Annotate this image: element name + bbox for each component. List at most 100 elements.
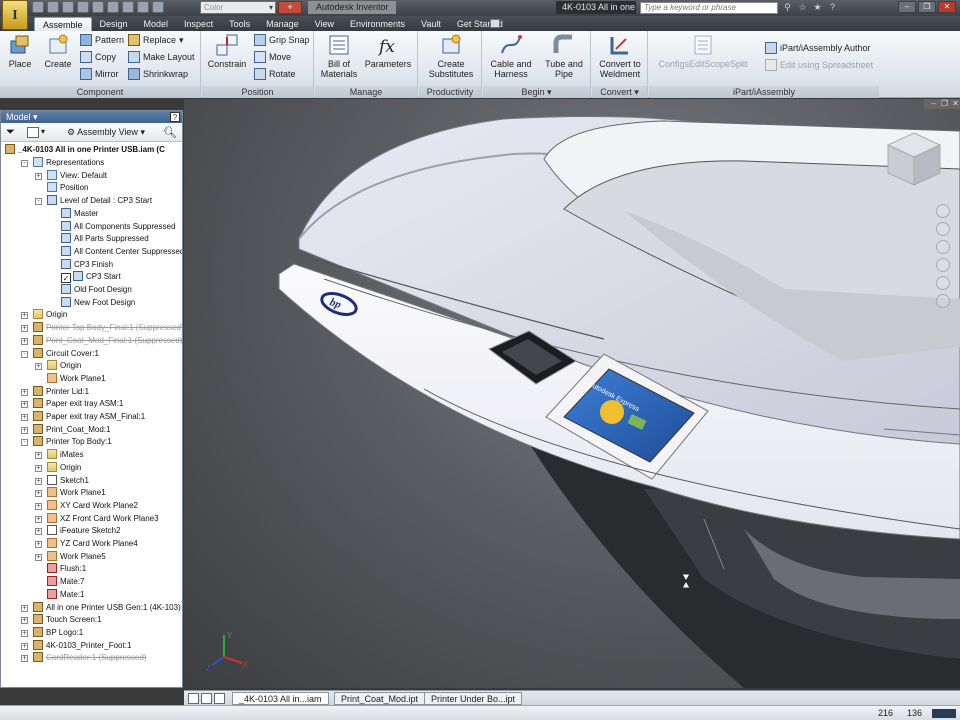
expand-icon[interactable]: + bbox=[35, 452, 42, 460]
shrinkwrap-button[interactable]: Shrinkwrap bbox=[128, 68, 188, 80]
chevron-down-icon[interactable]: ▾ bbox=[33, 112, 38, 122]
tab-manage[interactable]: Manage bbox=[258, 17, 307, 31]
expand-icon[interactable]: + bbox=[35, 477, 42, 485]
tree-node[interactable]: + Origin bbox=[35, 461, 81, 474]
tab-model[interactable]: Model bbox=[136, 17, 177, 31]
expand-icon[interactable]: + bbox=[21, 604, 28, 612]
assembly-view-dropdown[interactable]: ⚙ Assembly View ▾ bbox=[67, 127, 145, 138]
tree-node[interactable]: + CardReader:1 (Suppressed) bbox=[21, 652, 147, 664]
tab-inspect[interactable]: Inspect bbox=[176, 17, 221, 31]
orbit-icon[interactable] bbox=[936, 258, 950, 272]
expand-icon[interactable]: + bbox=[21, 414, 28, 421]
tree-node[interactable]: Old Foot Design bbox=[61, 284, 132, 296]
tab-vault[interactable]: Vault bbox=[413, 17, 449, 31]
tree-node[interactable]: Flush:1 bbox=[47, 563, 86, 575]
communication-icon[interactable]: ☆ bbox=[797, 2, 808, 13]
expand-icon[interactable]: + bbox=[35, 541, 42, 548]
doc-tab-print-coat-mod[interactable]: Print_Coat_Mod.ipt bbox=[334, 692, 426, 705]
expand-icon[interactable]: + bbox=[35, 464, 42, 472]
find-icon[interactable]: 🔍︎ bbox=[163, 126, 177, 139]
expand-icon[interactable]: + bbox=[35, 502, 42, 510]
tree-node[interactable]: + YZ Card Work Plane4 bbox=[35, 538, 138, 550]
tree-node[interactable]: + iFeature Sketch2 bbox=[35, 525, 120, 537]
tree-root-assembly[interactable]: _4K-0103 All in one Printer USB.iam (C bbox=[5, 144, 165, 156]
tree-node[interactable]: Master bbox=[61, 207, 98, 220]
minimize-ribbon-icon[interactable] bbox=[490, 19, 500, 28]
expand-icon[interactable]: + bbox=[21, 337, 28, 345]
cable-harness-button[interactable]: Cable and Harness bbox=[485, 33, 537, 79]
minimize-button[interactable]: – bbox=[898, 1, 916, 13]
restore-icon[interactable]: ❐ bbox=[940, 99, 949, 108]
panel-label-begin[interactable]: Begin ▾ bbox=[483, 86, 590, 98]
restore-button[interactable]: ❐ bbox=[918, 1, 936, 13]
expand-icon[interactable]: + bbox=[21, 325, 28, 333]
expand-icon[interactable]: + bbox=[35, 553, 42, 561]
pan-icon[interactable] bbox=[936, 222, 950, 236]
tree-node[interactable]: + All in one Printer USB Gen:1 (4K-103) bbox=[21, 601, 181, 614]
parameters-button[interactable]: fx Parameters bbox=[363, 33, 413, 69]
printer-model[interactable]: Autodesk Express bp bbox=[184, 99, 960, 688]
tree-node[interactable]: Position bbox=[47, 182, 88, 194]
undo-icon[interactable] bbox=[77, 1, 89, 13]
tree-node[interactable]: + Printer Lid:1 bbox=[21, 385, 89, 398]
doc-tab-assembly[interactable]: _4K-0103 All in...iam bbox=[232, 692, 329, 705]
make-layout-button[interactable]: Make Layout bbox=[128, 51, 195, 63]
tree-node[interactable]: + XZ Front Card Work Plane3 bbox=[35, 512, 159, 525]
grip-snap-button[interactable]: Grip Snap bbox=[254, 34, 310, 46]
tree-node[interactable]: + Sketch1 bbox=[35, 474, 89, 487]
tree-node[interactable]: - Representations bbox=[21, 157, 104, 169]
move-button[interactable]: Move bbox=[254, 51, 291, 63]
help-icon[interactable]: ? bbox=[827, 2, 838, 13]
collapse-icon[interactable]: - bbox=[21, 439, 28, 447]
color-override-dropdown[interactable]: Color bbox=[200, 1, 276, 14]
update-icon[interactable] bbox=[122, 1, 134, 13]
tree-node[interactable]: +4K-0103_Printer_Foot:1 bbox=[21, 639, 131, 652]
edit-spreadsheet-button[interactable]: Edit using Spreadsheet bbox=[765, 59, 873, 71]
favorites-icon[interactable]: ★ bbox=[812, 2, 823, 13]
application-menu-button[interactable]: I bbox=[2, 0, 28, 30]
close-button[interactable]: ✕ bbox=[938, 1, 956, 13]
search-input[interactable]: Type a keyword or phrase bbox=[640, 2, 778, 14]
tree-node[interactable]: ✓ CP3 Start bbox=[61, 271, 121, 284]
expand-icon[interactable]: + bbox=[21, 312, 28, 320]
tree-node[interactable]: - Printer Top Body:1 bbox=[21, 436, 112, 448]
tree-node[interactable]: + XY Card Work Plane2 bbox=[35, 499, 138, 512]
expand-icon[interactable]: + bbox=[21, 655, 28, 663]
create-substitutes-button[interactable]: Create Substitutes bbox=[423, 33, 479, 79]
collapse-icon[interactable]: - bbox=[35, 198, 42, 206]
cascade-icon[interactable] bbox=[214, 693, 225, 704]
zoom-icon[interactable] bbox=[936, 240, 950, 254]
tree-node[interactable]: + Work Plane5 bbox=[35, 550, 106, 563]
place-button[interactable]: Place bbox=[4, 33, 36, 69]
chevron-down-icon[interactable]: ▾ bbox=[41, 127, 45, 136]
tree-node[interactable]: All Components Suppressed bbox=[61, 220, 175, 233]
tree-node[interactable]: + Print_Coat_Mod:1 bbox=[21, 423, 110, 436]
graphics-viewport[interactable]: Autodesk Express bp – ❐ ✕ Y X Z bbox=[184, 99, 960, 688]
tree-node[interactable]: + iMates bbox=[35, 449, 84, 461]
viewcube[interactable] bbox=[884, 129, 944, 189]
tree-node[interactable]: + Paper exit tray ASM:1 bbox=[21, 398, 123, 410]
expand-icon[interactable]: + bbox=[35, 363, 42, 371]
bill-of-materials-button[interactable]: Bill of Materials bbox=[317, 33, 361, 79]
tree-node[interactable]: + Touch Screen:1 bbox=[21, 614, 102, 626]
tree-node[interactable]: + Printer Top Body_Final:1 (Suppressed) bbox=[21, 322, 182, 334]
create-button[interactable]: Create bbox=[41, 33, 75, 69]
expand-icon[interactable]: + bbox=[35, 172, 42, 180]
tab-tools[interactable]: Tools bbox=[221, 17, 258, 31]
tree-node[interactable]: Mate:1 bbox=[47, 588, 84, 601]
tree-node[interactable]: + Print_Coat_Mod_Final:1 (Suppressed) bbox=[21, 334, 182, 347]
tree-node[interactable]: All Parts Suppressed bbox=[61, 233, 149, 245]
tree-node[interactable]: + Paper exit tray ASM_Final:1 bbox=[21, 411, 145, 423]
help-icon[interactable]: ? bbox=[170, 112, 180, 122]
tree-node[interactable]: - Circuit Cover:1 bbox=[21, 347, 99, 360]
close-icon[interactable]: ✕ bbox=[951, 99, 960, 108]
expand-icon[interactable]: + bbox=[35, 515, 42, 523]
expand-icon[interactable]: + bbox=[35, 490, 42, 498]
convert-to-weldment-button[interactable]: Convert to Weldment bbox=[594, 33, 646, 79]
expand-icon[interactable]: + bbox=[21, 426, 28, 434]
material-icon[interactable] bbox=[152, 1, 164, 13]
collapse-icon[interactable]: - bbox=[21, 350, 28, 358]
hierarchy-icon[interactable] bbox=[27, 127, 39, 138]
expand-icon[interactable]: + bbox=[21, 401, 28, 409]
tab-design[interactable]: Design bbox=[92, 17, 136, 31]
